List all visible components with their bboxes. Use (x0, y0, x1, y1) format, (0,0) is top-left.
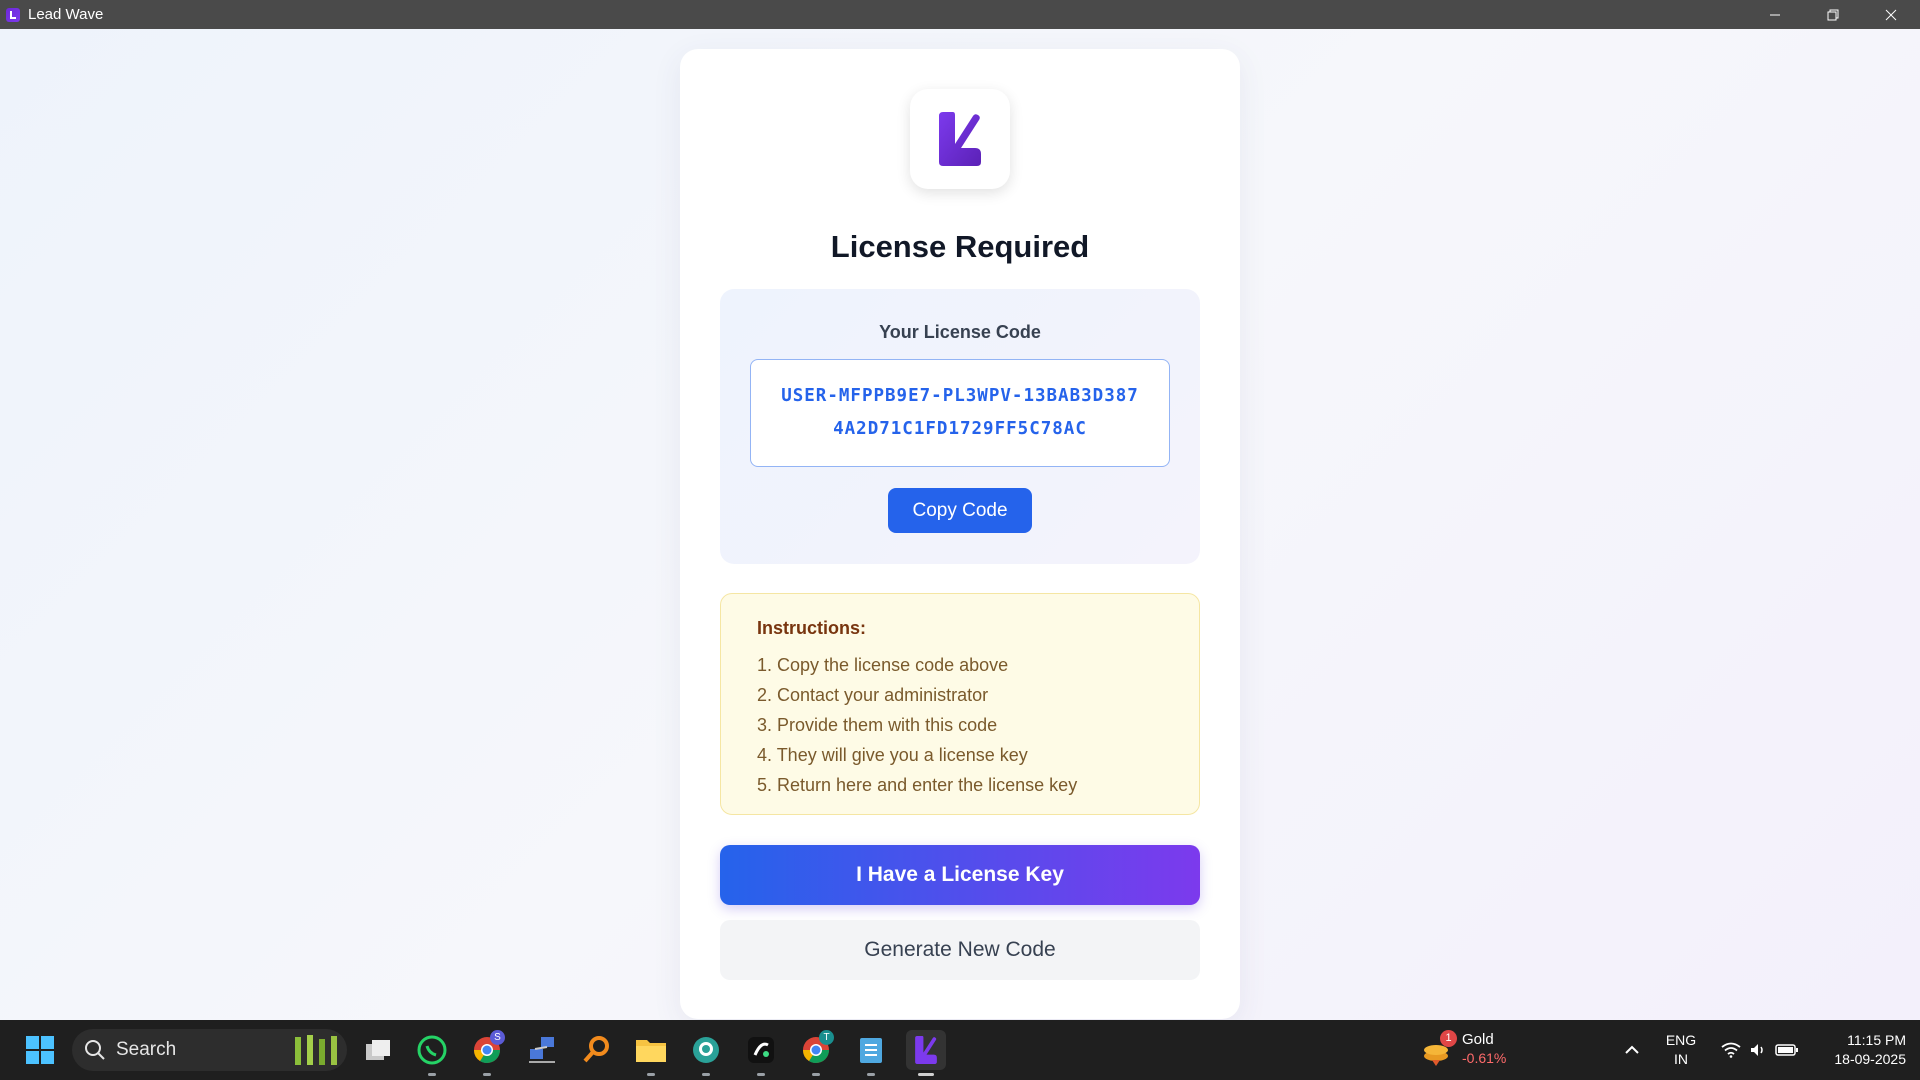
folder-icon (636, 1040, 666, 1062)
have-license-key-button[interactable]: I Have a License Key (720, 845, 1200, 905)
battery-icon (1775, 1044, 1798, 1056)
app-background: License Required Your License Code USER-… (0, 29, 1920, 1020)
whatsapp-icon (417, 1035, 447, 1065)
github-icon (693, 1037, 719, 1063)
license-code-panel: Your License Code USER-MFPPB9E7-PL3WPV-1… (720, 289, 1200, 564)
windows-icon (26, 1036, 54, 1064)
instructions-list: 1. Copy the license code above 2. Contac… (757, 650, 1077, 800)
minimize-button[interactable] (1746, 0, 1804, 29)
close-button[interactable] (1862, 0, 1920, 29)
app-logo (910, 89, 1010, 189)
instructions-title: Instructions: (757, 618, 867, 638)
clock[interactable]: 11:15 PM 18-09-2025 (1806, 1031, 1906, 1069)
wifi-icon (1721, 1042, 1741, 1058)
task-view-button[interactable] (358, 1030, 398, 1070)
instruction-item: 5. Return here and enter the license key (757, 775, 1078, 795)
task-view-icon (366, 1040, 390, 1060)
taskbar-network-app[interactable] (522, 1030, 562, 1070)
taskbar-ai-app[interactable] (741, 1030, 781, 1076)
taskbar-search[interactable]: Search (72, 1029, 347, 1071)
lead-wave-logo-icon (939, 112, 981, 166)
license-code-label: Your License Code (879, 322, 1041, 342)
system-tray-status[interactable] (1714, 1030, 1806, 1070)
language-indicator[interactable]: ENG IN (1660, 1031, 1702, 1069)
app-logo-icon (748, 1037, 774, 1063)
taskbar-file-explorer[interactable] (631, 1030, 671, 1076)
clock-date: 18-09-2025 (1834, 1051, 1906, 1067)
instructions-panel: Instructions: 1. Copy the license code a… (720, 593, 1200, 815)
magnifier-icon (583, 1036, 609, 1063)
market-widget[interactable]: 1 Gold -0.61% (1420, 1030, 1520, 1070)
taskbar: Search S T 1 Gold -0.61% ENG IN 11:15 PM… (0, 1020, 1920, 1080)
search-label: Search (116, 1039, 177, 1060)
taskbar-chrome[interactable]: S (467, 1030, 507, 1076)
title-bar: Lead Wave (0, 0, 1920, 29)
notification-badge: 1 (1440, 1030, 1457, 1047)
license-code-line-2: 4A2D71C1FD1729FF5C78AC (833, 419, 1087, 439)
generate-new-code-button[interactable]: Generate New Code (720, 920, 1200, 980)
instruction-item: 4. They will give you a license key (757, 745, 1028, 765)
window-title: Lead Wave (28, 6, 104, 23)
bamboo-icon (295, 1035, 337, 1065)
start-button[interactable] (20, 1030, 60, 1070)
clock-time: 11:15 PM (1847, 1032, 1906, 1048)
copy-code-button[interactable]: Copy Code (888, 488, 1032, 533)
taskbar-whatsapp[interactable] (412, 1030, 452, 1076)
volume-icon (1751, 1044, 1763, 1056)
taskbar-lead-wave[interactable] (906, 1030, 946, 1076)
app-logo-icon (6, 7, 20, 22)
instruction-item: 1. Copy the license code above (757, 655, 1009, 675)
restore-button[interactable] (1804, 0, 1862, 29)
widget-name: Gold (1462, 1031, 1494, 1048)
taskbar-search-app[interactable] (576, 1030, 616, 1070)
taskbar-github-desktop[interactable] (686, 1030, 726, 1076)
profile-badge: S (490, 1030, 505, 1045)
license-code-box[interactable]: USER-MFPPB9E7-PL3WPV-13BAB3D387 4A2D71C1… (750, 359, 1170, 467)
instruction-item: 3. Provide them with this code (757, 715, 998, 735)
chevron-up-icon (1625, 1045, 1639, 1054)
network-icon (529, 1037, 555, 1063)
instruction-item: 2. Contact your administrator (757, 685, 989, 705)
taskbar-chrome-2[interactable]: T (796, 1030, 836, 1076)
widget-value: -0.61% (1462, 1050, 1507, 1066)
show-hidden-icons-button[interactable] (1612, 1030, 1652, 1070)
language-label: ENG (1665, 1032, 1697, 1048)
license-code-line-1: USER-MFPPB9E7-PL3WPV-13BAB3D387 (781, 386, 1139, 406)
search-icon (85, 1040, 105, 1060)
notepad-icon (860, 1038, 882, 1063)
lead-wave-logo-icon (915, 1036, 937, 1064)
region-label: IN (1674, 1051, 1688, 1067)
profile-badge: T (819, 1030, 834, 1045)
page-title: License Required (830, 229, 1090, 264)
taskbar-notepad[interactable] (851, 1030, 891, 1076)
license-card: License Required Your License Code USER-… (680, 49, 1240, 1019)
